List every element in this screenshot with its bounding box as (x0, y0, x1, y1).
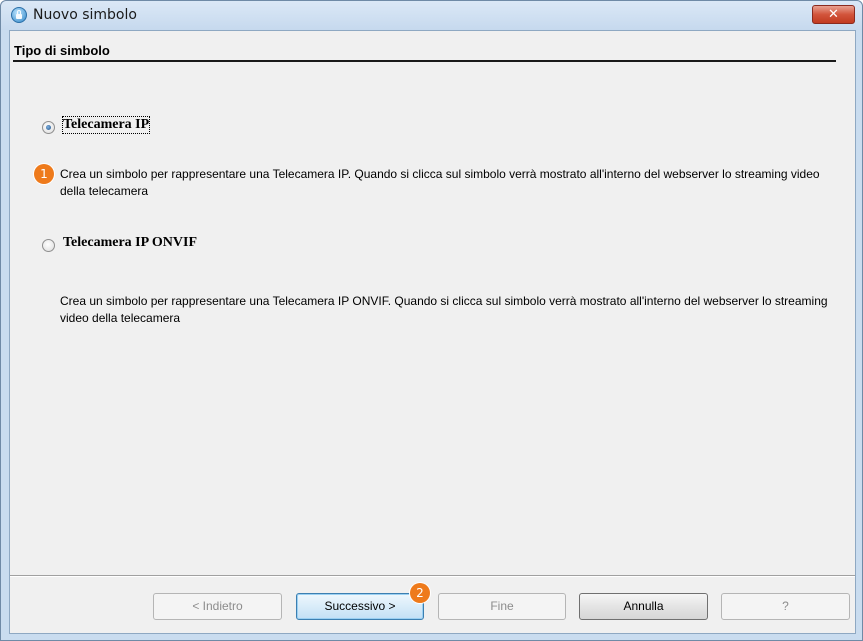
next-button[interactable]: Successivo > (296, 593, 424, 620)
footer-divider (10, 575, 855, 576)
radio-label-telecamera-ip[interactable]: Telecamera IP (61, 116, 151, 134)
radio-telecamera-ip[interactable] (42, 121, 55, 134)
title-bar[interactable]: Nuovo simbolo ✕ (1, 1, 862, 30)
back-button[interactable]: < Indietro (153, 593, 282, 620)
section-divider (13, 60, 836, 62)
dialog-window: Nuovo simbolo ✕ Tipo di simbolo Telecame… (0, 0, 863, 641)
help-button[interactable]: ? (721, 593, 850, 620)
lock-globe-icon (11, 7, 27, 23)
finish-button[interactable]: Fine (438, 593, 566, 620)
description-telecamera-ip: Crea un simbolo per rappresentare una Te… (60, 167, 820, 198)
callout-badge-1: 1 (34, 164, 54, 184)
close-button[interactable]: ✕ (812, 5, 855, 24)
close-icon: ✕ (828, 7, 839, 22)
description-telecamera-ip-onvif: Crea un simbolo per rappresentare una Te… (60, 294, 828, 325)
window-title: Nuovo simbolo (33, 7, 137, 23)
callout-badge-2: 2 (410, 583, 430, 603)
section-title: Tipo di simbolo (14, 43, 110, 58)
radio-label-telecamera-ip-onvif[interactable]: Telecamera IP ONVIF (63, 235, 197, 251)
cancel-button[interactable]: Annulla (579, 593, 708, 620)
radio-telecamera-ip-onvif[interactable] (42, 239, 55, 252)
